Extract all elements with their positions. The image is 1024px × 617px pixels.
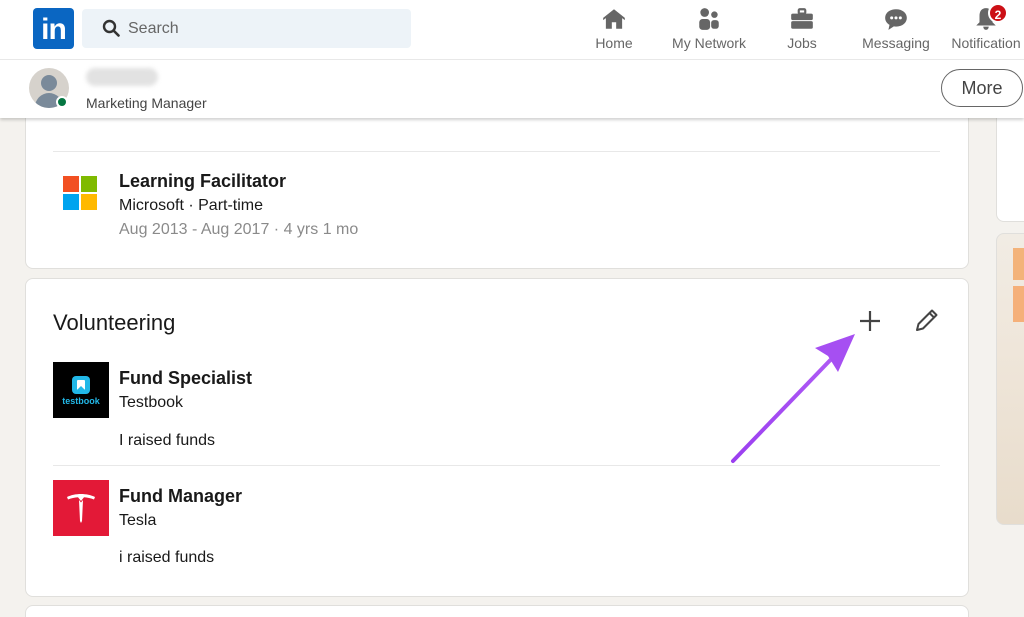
linkedin-logo[interactable]: in [33,8,74,49]
volunteer-organization: Testbook [119,394,184,411]
more-button[interactable]: More [941,69,1023,107]
volunteer-role[interactable]: Fund Manager [119,486,242,507]
search-bar[interactable] [82,9,411,48]
sidebar-card [996,100,1024,222]
nav-my-network[interactable]: My Network [668,4,750,56]
search-icon [102,19,120,37]
nav-jobs[interactable]: Jobs [780,4,824,56]
global-nav: in Home My Network Jobs [0,0,1024,60]
tesla-mark-icon [67,494,95,523]
volunteer-description: I raised funds [119,432,216,449]
experience-company: Microsoft · Part-time [119,197,264,214]
profile-headline: Marketing Manager [86,95,207,111]
volunteering-section-title: Volunteering [53,310,176,335]
volunteer-description: i raised funds [119,549,215,566]
microsoft-logo[interactable] [63,176,99,212]
divider [53,465,940,466]
edit-pencil-icon[interactable] [908,303,944,339]
experience-title[interactable]: Learning Facilitator [119,171,286,192]
next-section-card [25,605,969,617]
nav-notifications-label: Notification [951,35,1021,51]
tesla-logo[interactable] [53,480,109,536]
sidebar-ad-image[interactable] [996,233,1024,525]
profile-sticky-bar: Marketing Manager More [0,60,1024,118]
profile-name-blurred [86,68,158,86]
notification-badge: 2 [988,3,1008,23]
search-input[interactable] [128,9,398,48]
jobs-icon [791,8,813,29]
my-network-icon [699,8,719,30]
volunteer-role[interactable]: Fund Specialist [119,368,252,389]
volunteer-organization: Tesla [119,512,157,529]
nav-my-network-label: My Network [672,35,746,51]
messaging-icon [885,9,907,30]
testbook-mark-icon [72,376,90,394]
nav-messaging-label: Messaging [862,35,930,51]
experience-dates: Aug 2013 - Aug 2017 · 4 yrs 1 mo [119,221,359,238]
add-icon[interactable] [852,303,888,339]
testbook-logo[interactable]: testbook [53,362,109,418]
nav-jobs-label: Jobs [787,35,817,51]
home-icon [603,9,625,29]
nav-home-label: Home [595,35,633,51]
online-status-indicator [56,96,68,108]
testbook-logo-text: testbook [62,396,100,406]
nav-notifications[interactable]: 2 Notification [948,3,1024,56]
nav-messaging[interactable]: Messaging [860,4,932,56]
divider [53,151,940,152]
nav-home[interactable]: Home [588,4,640,56]
